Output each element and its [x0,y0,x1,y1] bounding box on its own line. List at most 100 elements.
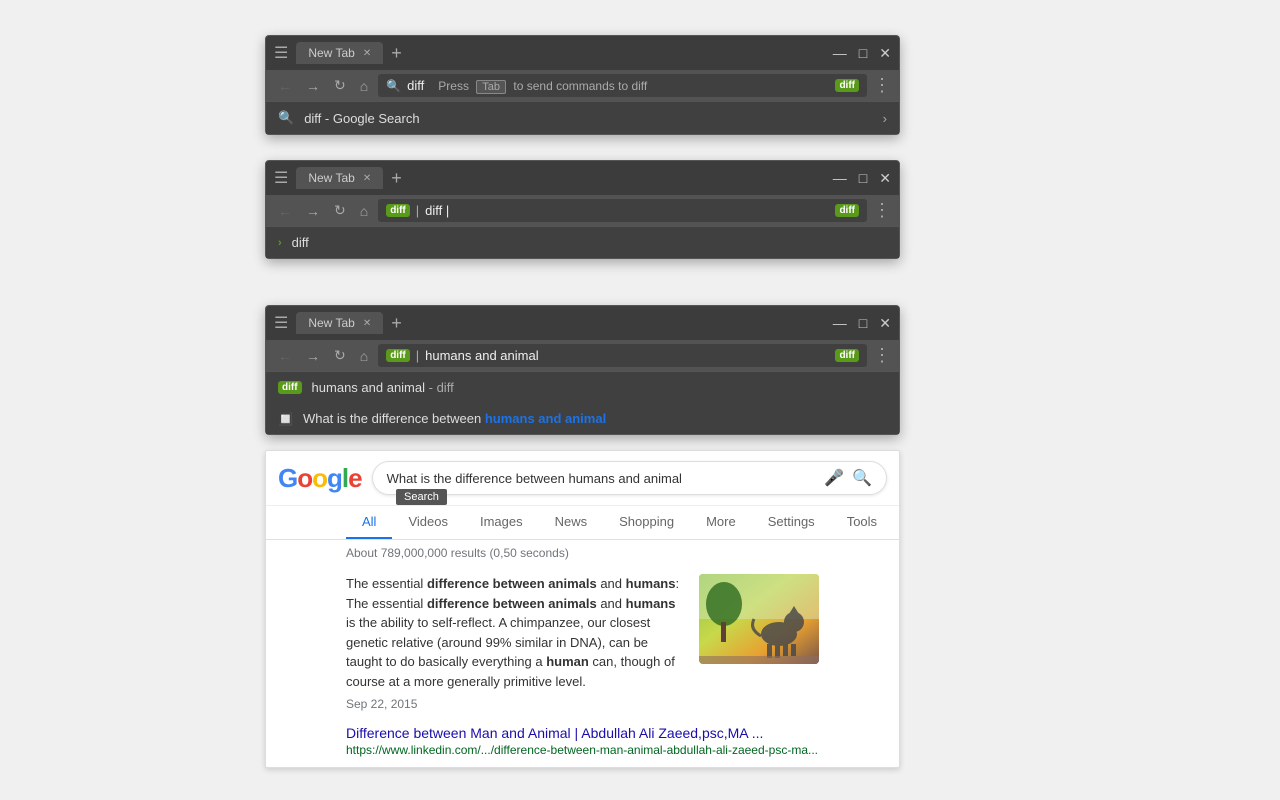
mic-icon[interactable]: 🎤 [824,468,844,488]
suggestion-item-3b[interactable]: 🔲 What is the difference between humans … [266,403,899,434]
tab-label-1: New Tab [308,46,354,60]
gnav-tab-images[interactable]: Images [464,506,539,539]
logo-g2: g [327,463,342,493]
suggestion-text-3a: humans and animal - diff [312,380,454,395]
tab-strip-3: New Tab ✕ + [296,312,405,334]
diff-badge-addr-3: diff [386,349,410,362]
google-nav-tabs: All Videos Images News Shopping More Set… [266,506,899,540]
diff-badge-addr-2: diff [386,204,410,217]
home-btn-1[interactable]: ⌂ [356,76,372,96]
refresh-btn-2[interactable]: ↻ [330,200,350,221]
close-btn-3[interactable]: ✕ [879,316,891,330]
back-btn-3[interactable]: ← [274,346,296,366]
new-tab-btn-1[interactable]: + [387,43,406,64]
new-tab-btn-2[interactable]: + [387,168,406,189]
gnav-tab-videos[interactable]: Videos [392,506,464,539]
search-tooltip: Search [396,489,447,505]
logo-g1: G [278,463,297,493]
forward-btn-2[interactable]: → [302,201,324,221]
suggestion-item-2[interactable]: › diff [266,227,899,258]
google-results-area: Google What is the difference between hu… [265,450,900,768]
press-tab-hint: Press Tab to send commands to diff [438,79,647,93]
result-content: The essential difference between animals… [266,566,899,721]
address-bar-3[interactable]: diff | diff [378,344,867,367]
suggestion-dropdown-2: › diff [266,226,899,258]
forward-btn-1[interactable]: → [302,76,324,96]
nav-bar-2: ← → ↻ ⌂ diff | diff ⋮ [266,195,899,226]
result-link-section: Difference between Man and Animal | Abdu… [266,721,899,767]
suggestion-badge-3a: diff [278,381,302,394]
refresh-btn-3[interactable]: ↻ [330,345,350,366]
address-input-2[interactable] [425,203,831,218]
result-date: Sep 22, 2015 [346,695,683,713]
minimize-btn-3[interactable]: — [833,316,847,330]
back-btn-1[interactable]: ← [274,76,296,96]
nav-bar-1: ← → ↻ ⌂ 🔍 diff Press Tab to send command… [266,70,899,101]
logo-o2: o [312,463,327,493]
tab-strip-1: New Tab ✕ + [296,42,405,64]
tab-label-2: New Tab [308,171,354,185]
result-snippet: The essential difference between animals… [346,574,683,713]
forward-btn-3[interactable]: → [302,346,324,366]
refresh-btn-1[interactable]: ↻ [330,75,350,96]
suggestion-text-1: diff - Google Search [304,111,419,126]
maximize-btn-3[interactable]: □ [859,316,867,330]
address-input-3[interactable] [425,348,831,363]
results-info: About 789,000,000 results (0,50 seconds) [266,540,899,566]
nav-bar-3: ← → ↻ ⌂ diff | diff ⋮ [266,340,899,371]
suggestion-dropdown-3: diff humans and animal - diff 🔲 What is … [266,371,899,434]
gnav-tab-more[interactable]: More [690,506,752,539]
tab-3[interactable]: New Tab ✕ [296,312,383,334]
new-tab-btn-3[interactable]: + [387,313,406,334]
suggestion-item-1[interactable]: 🔍 diff - Google Search › [266,102,899,134]
back-btn-2[interactable]: ← [274,201,296,221]
more-btn-1[interactable]: ⋮ [873,75,891,96]
gnav-tab-shopping[interactable]: Shopping [603,506,690,539]
gnav-tab-settings[interactable]: Settings [752,506,831,539]
tab-strip-2: New Tab ✕ + [296,167,405,189]
suggestion-item-3a[interactable]: diff humans and animal - diff [266,372,899,403]
logo-e: e [348,463,361,493]
search-query-text: What is the difference between humans an… [387,471,682,486]
tab-label-3: New Tab [308,316,354,330]
gnav-tab-news[interactable]: News [539,506,604,539]
minimize-btn-1[interactable]: — [833,46,847,60]
suggestion-icon-2: › [278,237,282,249]
maximize-btn-2[interactable]: □ [859,171,867,185]
close-tab-1[interactable]: ✕ [363,48,371,59]
suggestion-icon-1: 🔍 [278,110,294,126]
close-tab-2[interactable]: ✕ [363,173,371,184]
search-icon-1: 🔍 [386,79,401,93]
browser-window-1: ☰ New Tab ✕ + — □ ✕ ← → ↻ ⌂ 🔍 diff Press… [265,35,900,135]
google-search-box[interactable]: What is the difference between humans an… [372,461,887,495]
close-btn-1[interactable]: ✕ [879,46,891,60]
address-bar-1[interactable]: 🔍 diff Press Tab to send commands to dif… [378,74,867,97]
gnav-tab-all[interactable]: All [346,506,392,539]
result-image [699,574,819,664]
result-link[interactable]: Difference between Man and Animal | Abdu… [346,725,819,741]
title-bar-1: ☰ New Tab ✕ + — □ ✕ [266,36,899,70]
menu-icon-3[interactable]: ☰ [274,313,288,333]
search-submit-icon[interactable]: 🔍 [852,468,872,488]
more-btn-2[interactable]: ⋮ [873,200,891,221]
tab-1[interactable]: New Tab ✕ [296,42,383,64]
home-btn-2[interactable]: ⌂ [356,201,372,221]
diff-badge-right-3: diff [835,349,859,362]
close-tab-3[interactable]: ✕ [363,318,371,329]
google-header: Google What is the difference between hu… [266,451,899,506]
suggestion-dropdown-1: 🔍 diff - Google Search › [266,101,899,134]
gnav-tab-tools[interactable]: Tools [831,506,893,539]
menu-icon-2[interactable]: ☰ [274,168,288,188]
browser-window-2: ☰ New Tab ✕ + — □ ✕ ← → ↻ ⌂ diff | diff … [265,160,900,259]
result-snippet-text: The essential difference between animals… [346,576,679,689]
tab-key-badge: Tab [476,80,506,94]
maximize-btn-1[interactable]: □ [859,46,867,60]
more-btn-3[interactable]: ⋮ [873,345,891,366]
minimize-btn-2[interactable]: — [833,171,847,185]
close-btn-2[interactable]: ✕ [879,171,891,185]
diff-badge-1: diff [835,79,859,92]
home-btn-3[interactable]: ⌂ [356,346,372,366]
menu-icon-1[interactable]: ☰ [274,43,288,63]
address-bar-2[interactable]: diff | diff [378,199,867,222]
tab-2[interactable]: New Tab ✕ [296,167,383,189]
